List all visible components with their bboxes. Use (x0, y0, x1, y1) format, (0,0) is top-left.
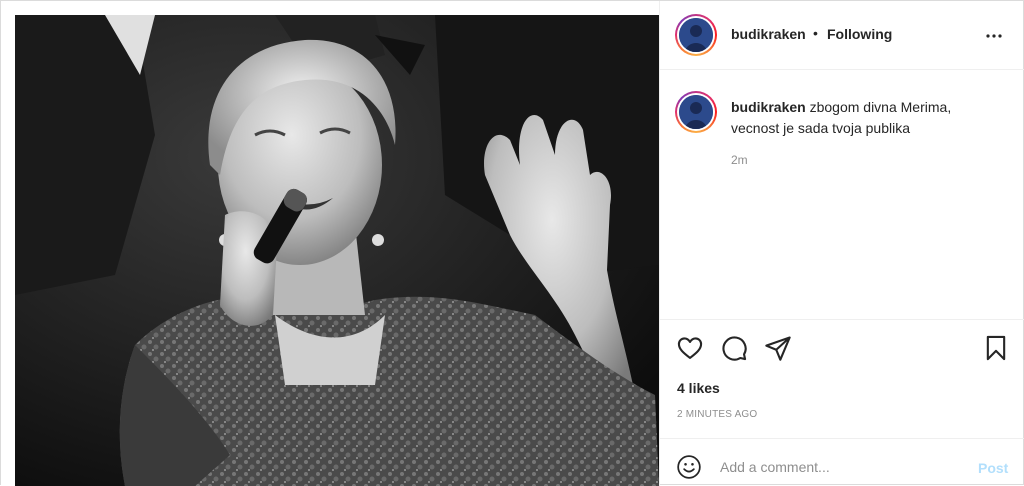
likes-count[interactable]: 4 likes (677, 380, 720, 396)
emoji-icon[interactable] (676, 454, 702, 480)
avatar-image (679, 18, 713, 52)
add-comment-bar: Post (660, 438, 1024, 486)
post-photo[interactable] (15, 15, 659, 486)
instagram-post: budikraken • Following budikraken zbogom… (0, 0, 1024, 486)
post-timestamp[interactable]: 2 MINUTES AGO (677, 409, 757, 420)
following-button[interactable]: Following (827, 26, 892, 42)
avatar[interactable] (675, 14, 717, 56)
caption-username[interactable]: budikraken (731, 99, 806, 115)
comment-input[interactable] (720, 457, 960, 477)
bookmark-icon[interactable] (982, 334, 1010, 362)
more-horizontal-icon[interactable] (982, 24, 1006, 48)
caption-time[interactable]: 2m (731, 153, 748, 167)
comment-icon[interactable] (720, 334, 748, 362)
caption-avatar[interactable] (675, 91, 717, 133)
heart-icon[interactable] (676, 334, 704, 362)
separator-dot: • (813, 25, 818, 41)
post-side-panel: budikraken • Following budikraken zbogom… (659, 1, 1024, 486)
share-icon[interactable] (764, 334, 792, 362)
caption-text: budikraken zbogom divna Merima, vecnost … (731, 97, 1001, 139)
post-header: budikraken • Following (660, 1, 1024, 70)
post-comment-button[interactable]: Post (978, 460, 1008, 476)
post-actions: 4 likes 2 MINUTES AGO (660, 319, 1024, 437)
post-media (1, 1, 659, 486)
avatar-image (679, 95, 713, 129)
header-username[interactable]: budikraken (731, 26, 806, 42)
